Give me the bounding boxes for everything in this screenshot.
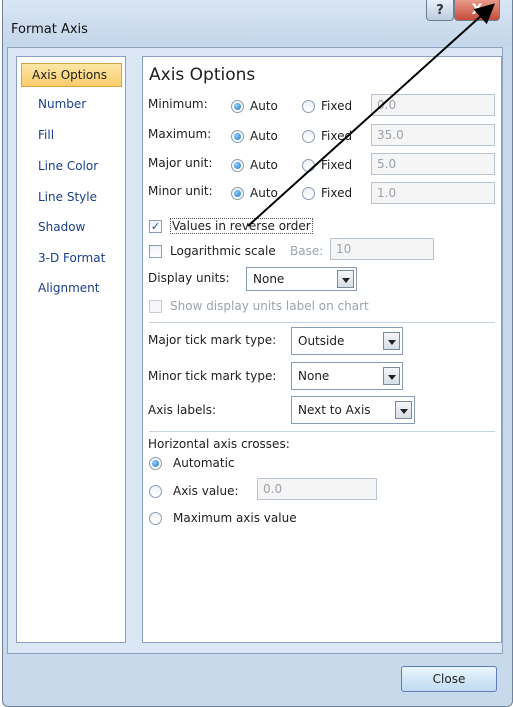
minor-unit-label: Minor unit: xyxy=(148,184,213,198)
show-units-label-checkbox[interactable] xyxy=(149,300,162,313)
minimum-auto-radio[interactable] xyxy=(231,100,244,113)
minor-unit-auto-radio[interactable] xyxy=(231,187,244,200)
nav-item-line-style[interactable]: Line Style xyxy=(19,185,123,209)
major-unit-label: Major unit: xyxy=(148,156,213,170)
major-tick-select[interactable]: Outside xyxy=(291,327,403,355)
log-base-field[interactable]: 10 xyxy=(330,238,434,260)
minimum-label: Minimum: xyxy=(148,97,208,111)
nav-item-3d-format[interactable]: 3-D Format xyxy=(19,246,123,270)
minimum-auto-label: Auto xyxy=(250,99,278,113)
major-unit-fixed-label: Fixed xyxy=(321,158,353,172)
log-scale-label: Logarithmic scale xyxy=(170,244,276,258)
values-reverse-label: Values in reverse order xyxy=(170,218,313,234)
divider xyxy=(149,431,495,432)
maximum-fixed-label: Fixed xyxy=(321,129,353,143)
minor-tick-value: None xyxy=(298,369,330,383)
display-units-select[interactable]: None xyxy=(246,267,357,291)
major-unit-auto-radio[interactable] xyxy=(231,159,244,172)
crosses-axis-value-radio[interactable] xyxy=(149,485,162,498)
major-tick-value: Outside xyxy=(298,334,345,348)
maximum-label: Maximum: xyxy=(148,127,212,141)
minor-unit-fixed-label: Fixed xyxy=(321,186,353,200)
log-base-label: Base: xyxy=(290,244,324,258)
axis-labels-value: Next to Axis xyxy=(298,403,371,417)
minor-unit-value-field[interactable]: 1.0 xyxy=(371,182,495,204)
divider xyxy=(149,322,495,323)
help-icon: ? xyxy=(436,2,444,18)
close-button[interactable]: Close xyxy=(401,666,497,692)
major-unit-auto-label: Auto xyxy=(250,158,278,172)
major-unit-value-field[interactable]: 5.0 xyxy=(371,153,495,175)
maximum-fixed-radio[interactable] xyxy=(302,130,315,143)
crosses-axis-value-field[interactable]: 0.0 xyxy=(257,478,377,500)
crosses-automatic-label: Automatic xyxy=(173,456,235,470)
nav-item-line-color[interactable]: Line Color xyxy=(19,154,123,178)
window-close-button[interactable]: X xyxy=(454,0,500,21)
show-units-label-text: Show display units label on chart xyxy=(170,299,369,313)
crosses-automatic-radio[interactable] xyxy=(149,457,162,470)
minor-unit-fixed-radio[interactable] xyxy=(302,187,315,200)
minimum-fixed-label: Fixed xyxy=(321,99,353,113)
display-units-value: None xyxy=(253,272,285,286)
major-tick-label: Major tick mark type: xyxy=(148,333,277,347)
nav-item-number[interactable]: Number xyxy=(19,92,123,116)
nav-item-shadow[interactable]: Shadow xyxy=(19,215,123,239)
maximum-auto-radio[interactable] xyxy=(231,130,244,143)
values-reverse-checkbox[interactable]: ✓ xyxy=(149,220,162,233)
chevron-down-icon xyxy=(337,270,354,288)
title-bar[interactable]: Format Axis ? X xyxy=(3,0,512,46)
maximum-auto-label: Auto xyxy=(250,129,278,143)
minimum-fixed-radio[interactable] xyxy=(302,100,315,113)
minor-tick-select[interactable]: None xyxy=(291,362,403,390)
nav-item-alignment[interactable]: Alignment xyxy=(19,276,123,300)
axis-labels-select[interactable]: Next to Axis xyxy=(291,396,415,424)
nav-item-axis-options[interactable]: Axis Options xyxy=(21,63,122,87)
category-nav: Axis Options Number Fill Line Color Line… xyxy=(16,56,126,643)
log-scale-checkbox[interactable] xyxy=(149,245,162,258)
axis-labels-label: Axis labels: xyxy=(148,403,217,417)
crosses-label: Horizontal axis crosses: xyxy=(148,437,290,451)
chevron-down-icon xyxy=(395,401,412,419)
minor-tick-label: Minor tick mark type: xyxy=(148,369,277,383)
dialog-title: Format Axis xyxy=(11,22,88,37)
crosses-maximum-radio[interactable] xyxy=(149,512,162,525)
display-units-label: Display units: xyxy=(148,271,230,285)
maximum-value-field[interactable]: 35.0 xyxy=(371,124,495,146)
chevron-down-icon xyxy=(383,332,400,350)
crosses-maximum-label: Maximum axis value xyxy=(173,511,297,525)
help-button[interactable]: ? xyxy=(426,0,454,21)
nav-item-fill[interactable]: Fill xyxy=(19,123,123,147)
minimum-value-field[interactable]: 0.0 xyxy=(371,94,495,116)
section-heading: Axis Options xyxy=(149,65,256,85)
close-icon: X xyxy=(471,2,483,18)
axis-options-panel: Axis Options Minimum: Auto Fixed 0.0 Max… xyxy=(142,56,502,643)
chevron-down-icon xyxy=(383,367,400,385)
minor-unit-auto-label: Auto xyxy=(250,186,278,200)
crosses-axis-value-label: Axis value: xyxy=(173,484,239,498)
major-unit-fixed-radio[interactable] xyxy=(302,159,315,172)
